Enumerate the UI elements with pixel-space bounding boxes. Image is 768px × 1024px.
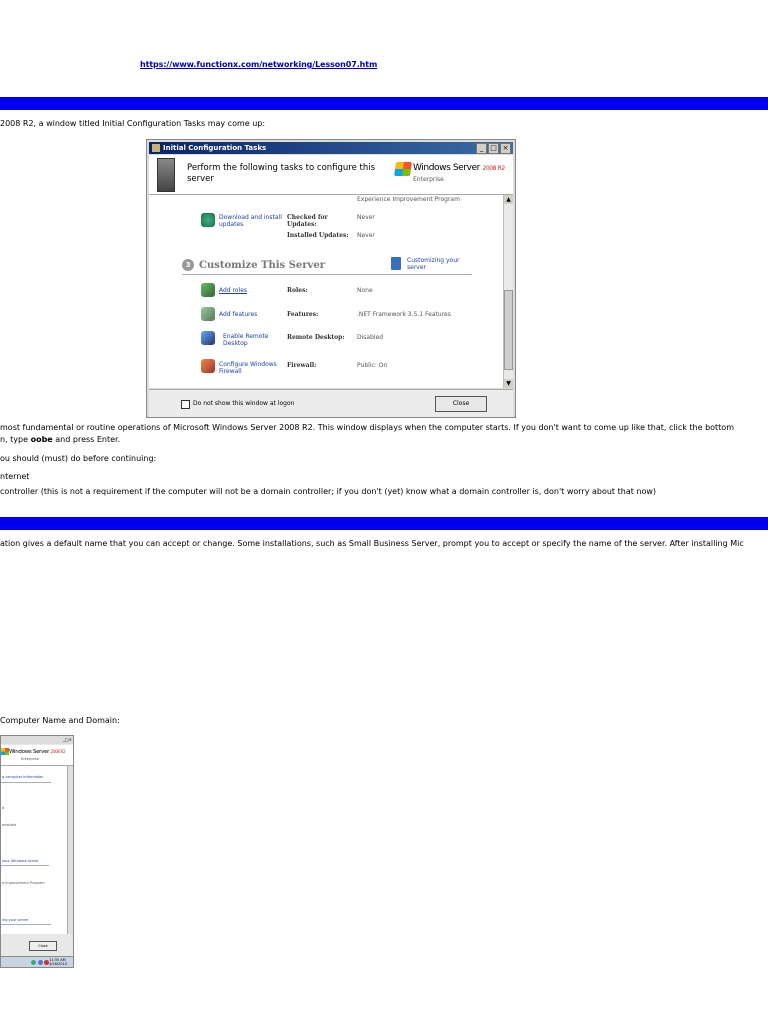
close-button[interactable]: Close xyxy=(435,396,487,412)
section-title: Customize This Server xyxy=(199,260,325,271)
initial-config-dialog: Initial Configuration Tasks _ □ × Perfor… xyxy=(146,139,516,418)
scroll-thumb[interactable] xyxy=(504,290,513,370)
small-window-buttons-icon: _□× xyxy=(62,737,72,742)
small-line-5: e Improvement Program xyxy=(2,881,45,885)
checked-value: Never xyxy=(357,214,375,221)
vertical-scrollbar[interactable]: ▲ ▼ xyxy=(503,195,513,388)
remote-desktop-value: Disabled xyxy=(357,334,384,341)
maximize-icon[interactable]: □ xyxy=(488,143,499,154)
small-divider-3 xyxy=(1,924,51,925)
para2: ou should (must) do before continuing: xyxy=(0,454,157,463)
brand-version: 2008 R2 xyxy=(482,165,505,172)
small-divider-2 xyxy=(1,865,49,866)
small-line-3: enabled xyxy=(2,823,17,827)
features-value: .NET Framework 3.5.1 Features xyxy=(357,311,451,318)
updates-icon xyxy=(201,213,215,227)
list-item-internet: nternet xyxy=(0,472,30,481)
para4: Computer Name and Domain: xyxy=(0,716,120,725)
source-url-link[interactable]: https://www.functionx.com/networking/Les… xyxy=(140,60,377,69)
small-tasks-pane: g computer information d enabled your Wi… xyxy=(1,766,67,934)
intro-text: 2008 R2, a window titled Initial Configu… xyxy=(0,119,266,128)
add-features-link[interactable]: Add features xyxy=(219,311,257,318)
section-divider xyxy=(182,274,472,275)
firewall-value: Public: On xyxy=(357,362,388,369)
para3: ation gives a default name that you can … xyxy=(0,539,744,548)
enable-remote-desktop-link[interactable]: Enable Remote Desktop xyxy=(223,333,279,347)
para1-line1: most fundamental or routine operations o… xyxy=(0,423,734,432)
firewall-icon xyxy=(201,359,215,373)
remote-desktop-label: Remote Desktop: xyxy=(287,334,345,341)
minimize-icon[interactable]: _ xyxy=(476,143,487,154)
small-divider xyxy=(1,782,51,783)
help-icon xyxy=(391,257,401,270)
small-line-6: ing your server xyxy=(2,918,29,922)
section-number-icon: 3 xyxy=(182,259,194,271)
small-windows-logo-icon xyxy=(1,748,9,755)
brand-name: Windows Server 2008 R2 xyxy=(413,163,505,173)
customizing-link[interactable]: Customizing your server xyxy=(407,257,469,271)
dialog-titlebar: Initial Configuration Tasks _ □ × xyxy=(149,142,513,154)
roles-value: None xyxy=(357,287,373,294)
small-close-button: Close xyxy=(29,941,57,951)
section-bar-2 xyxy=(0,517,768,530)
firewall-label: Firewall: xyxy=(287,362,317,369)
installed-value: Never xyxy=(357,232,375,239)
small-header: Windows Server 2008 R2 Enterprise xyxy=(1,745,73,766)
small-taskbar: 11:35 AM 4/26/2010 xyxy=(1,956,73,967)
remote-desktop-icon xyxy=(201,331,215,345)
dialog-title: Initial Configuration Tasks xyxy=(163,144,267,152)
tasks-pane: Experience Improvement Program Download … xyxy=(149,195,503,388)
list-item-domain-controller: controller (this is not a requirement if… xyxy=(0,487,657,496)
roles-icon xyxy=(201,283,215,297)
small-line-1: g computer information xyxy=(2,775,44,779)
para1-line2: n, type oobe and press Enter. xyxy=(0,435,121,444)
add-roles-link[interactable]: Add roles xyxy=(219,287,247,294)
features-icon xyxy=(201,307,215,321)
dialog-footer: Do not show this window at logon Close xyxy=(149,389,513,417)
installed-label: Installed Updates: xyxy=(287,232,349,239)
scroll-down-icon[interactable]: ▼ xyxy=(504,379,513,388)
scroll-up-icon[interactable]: ▲ xyxy=(504,195,513,204)
small-line-4: your Windows server xyxy=(2,859,39,863)
windows-logo-icon xyxy=(394,162,412,176)
dialog-header: Perform the following tasks to configure… xyxy=(149,155,513,195)
small-brand: Windows Server 2008 R2 xyxy=(9,749,66,755)
do-not-show-label: Do not show this window at logon xyxy=(193,400,295,407)
small-line-2: d xyxy=(2,806,5,810)
small-edition: Enterprise xyxy=(21,757,40,761)
brand-edition: Enterprise xyxy=(413,176,444,183)
tray-network-icon xyxy=(31,960,36,965)
checked-label: Checked for Updates: xyxy=(287,214,328,228)
oobe-command: oobe xyxy=(30,435,53,444)
features-label: Features: xyxy=(287,311,319,318)
configure-firewall-link[interactable]: Configure Windows Firewall xyxy=(219,361,283,375)
tray-volume-icon xyxy=(38,960,43,965)
partial-text: Experience Improvement Program xyxy=(357,196,460,203)
app-icon xyxy=(152,144,160,152)
small-config-screenshot: _□× Windows Server 2008 R2 Enterprise g … xyxy=(0,735,74,968)
small-scrollbar xyxy=(67,766,73,934)
small-titlebar: _□× xyxy=(1,736,73,744)
header-text: Perform the following tasks to configure… xyxy=(187,163,376,184)
roles-label: Roles: xyxy=(287,287,308,294)
section-bar-1 xyxy=(0,97,768,110)
close-icon[interactable]: × xyxy=(500,143,511,154)
tray-clock: 11:35 AM 4/26/2010 xyxy=(49,958,67,966)
server-icon xyxy=(157,158,175,192)
download-updates-link[interactable]: Download and install updates xyxy=(219,214,285,228)
do-not-show-checkbox[interactable] xyxy=(181,400,190,409)
